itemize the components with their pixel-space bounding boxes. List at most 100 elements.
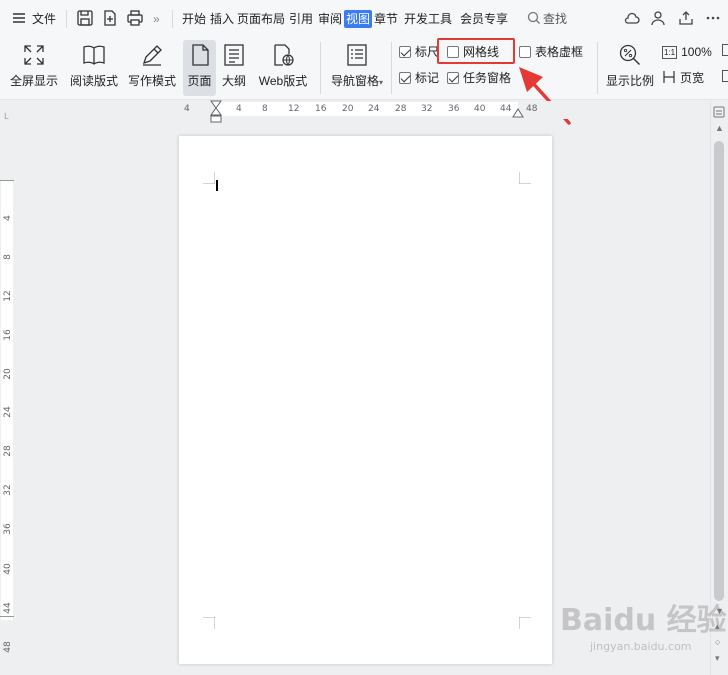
text-cursor — [216, 180, 218, 191]
ruler-margin-line — [0, 180, 14, 181]
ruler-tick-label: 36 — [448, 104, 460, 114]
outline-view-button[interactable]: 大纲 — [218, 40, 250, 96]
tab-view[interactable]: 视图 — [344, 10, 373, 28]
ruler-tick-label: 48 — [526, 104, 538, 114]
more-tools-chevron[interactable]: » — [153, 10, 160, 28]
web-icon — [274, 44, 294, 66]
writing-mode-button[interactable]: 写作模式 — [125, 40, 179, 96]
ruler-tick-label: 12 — [288, 104, 300, 114]
page-view-button[interactable]: 页面 — [183, 40, 216, 96]
divider — [391, 42, 392, 94]
ruler-tick-label: 40 — [3, 563, 13, 575]
divider — [320, 42, 321, 94]
scroll-up-icon[interactable]: ▲ — [715, 123, 724, 133]
crop-mark-bottom-left — [203, 617, 215, 629]
tab-insert[interactable]: 插入 — [210, 10, 234, 28]
tab-review[interactable]: 审阅 — [318, 10, 342, 28]
search-label[interactable]: 查找 — [543, 10, 567, 28]
share-out-icon[interactable] — [677, 9, 695, 27]
ruler-tick-label: 16 — [315, 104, 327, 114]
overflow-icon[interactable] — [722, 70, 728, 82]
tab-page-layout[interactable]: 页面布局 — [237, 10, 285, 28]
tab-developer[interactable]: 开发工具 — [404, 10, 452, 28]
navigation-pane-button[interactable]: 导航窗格▾ — [326, 40, 388, 96]
baidu-watermark-url: jingyan.baidu.com — [590, 640, 692, 653]
zoom-percent-icon — [619, 44, 641, 66]
fullscreen-icon — [24, 45, 44, 65]
share-user-icon[interactable] — [650, 9, 668, 27]
checkbox-ruler[interactable] — [399, 46, 411, 58]
one-to-one-icon: 1:1 — [662, 46, 678, 59]
ruler-tick-label: 40 — [474, 104, 486, 114]
fullscreen-button[interactable]: 全屏显示 — [6, 40, 62, 96]
indent-marker-icon[interactable] — [210, 100, 222, 124]
page-width-icon — [663, 71, 675, 83]
ruler-tick-label: 8 — [262, 104, 268, 114]
checkbox-task-pane[interactable] — [447, 72, 459, 84]
gridlines-highlight-box — [437, 38, 515, 64]
tab-references[interactable]: 引用 — [289, 10, 313, 28]
divider — [66, 10, 67, 28]
nav-pane-icon — [347, 44, 367, 66]
ruler-tick-label: 20 — [342, 104, 354, 114]
hamburger-menu-icon[interactable] — [12, 11, 26, 25]
outline-icon — [224, 44, 244, 66]
zoom-100-button[interactable]: 1:1 100% — [662, 43, 712, 61]
dropdown-caret-icon: ▾ — [379, 78, 384, 87]
task-pane-checkbox[interactable]: 任务窗格 — [447, 69, 511, 87]
ruler-tick-label: 28 — [3, 445, 13, 457]
ruler-tick-label: 32 — [3, 484, 13, 496]
web-layout-button[interactable]: Web版式 — [254, 40, 312, 96]
zoom-ratio-button[interactable]: 显示比例 — [602, 40, 658, 96]
ruler-tick-label: 4 — [184, 104, 190, 114]
tab-home[interactable]: 开始 — [182, 10, 206, 28]
print-icon[interactable] — [126, 9, 144, 27]
ruler-tick-label: 24 — [368, 104, 380, 114]
baidu-watermark: Baidu 经验 — [560, 603, 727, 638]
tab-chapter[interactable]: 章节 — [374, 10, 398, 28]
vertical-ruler-active-area — [1, 180, 13, 620]
ruler-tick-label: 32 — [421, 104, 433, 114]
checkbox-marks[interactable] — [399, 72, 411, 84]
ruler-tick-label: 8 — [3, 254, 13, 260]
reading-layout-button[interactable]: 阅读版式 — [66, 40, 122, 96]
ruler-tick-label: 36 — [3, 523, 13, 535]
ribbon-toolbar: 全屏显示 阅读版式 写作模式 页面 大纲 Web版式 导航窗格▾ 标尺 网格线 … — [0, 36, 728, 100]
overflow-icon[interactable] — [722, 44, 728, 56]
export-pdf-icon[interactable] — [101, 9, 119, 27]
ruler-checkbox[interactable]: 标尺 — [399, 43, 439, 61]
divider — [172, 10, 173, 28]
page-icon — [191, 44, 209, 66]
ruler-tick-label: 12 — [3, 290, 13, 302]
ruler-tick-label: 44 — [500, 104, 512, 114]
menu-bar: 文件 » 开始 插入 页面布局 引用 审阅 视图 章节 开发工具 会员专享 查找 — [0, 0, 728, 36]
pen-icon — [142, 45, 162, 66]
ruler-tick-label: 4 — [236, 104, 242, 114]
right-indent-marker-icon[interactable] — [512, 106, 524, 118]
crop-mark-top-right — [519, 172, 531, 184]
ruler-tick-label: 20 — [3, 368, 13, 380]
book-icon — [83, 45, 105, 65]
search-icon[interactable] — [527, 11, 541, 25]
ruler-tick-label: 28 — [395, 104, 407, 114]
cloud-sync-icon[interactable] — [623, 9, 641, 27]
page-settings-icon[interactable] — [713, 106, 725, 118]
save-icon[interactable] — [76, 9, 94, 27]
crop-mark-bottom-right — [519, 617, 531, 629]
marks-checkbox[interactable]: 标记 — [399, 69, 439, 87]
vertical-scrollbar[interactable]: ▲ ▼ ▴ ○ ▾ — [710, 101, 728, 675]
ruler-tick-label: 44 — [3, 602, 13, 614]
crop-mark-top-left — [203, 172, 215, 184]
scrollbar-thumb[interactable] — [714, 141, 724, 601]
divider — [597, 42, 598, 94]
document-page[interactable] — [179, 136, 552, 664]
more-options-icon[interactable] — [704, 9, 722, 27]
file-menu[interactable]: 文件 — [32, 10, 56, 28]
next-page-icon[interactable]: ▾ — [715, 653, 720, 664]
page-width-button[interactable]: 页宽 — [662, 69, 704, 87]
ruler-tick-label: 4 — [3, 215, 13, 221]
ruler-tick-label: 48 — [3, 641, 13, 653]
tab-member[interactable]: 会员专享 — [460, 10, 508, 28]
ruler-tick-label: 16 — [3, 329, 13, 341]
ruler-margin-line — [0, 616, 14, 617]
